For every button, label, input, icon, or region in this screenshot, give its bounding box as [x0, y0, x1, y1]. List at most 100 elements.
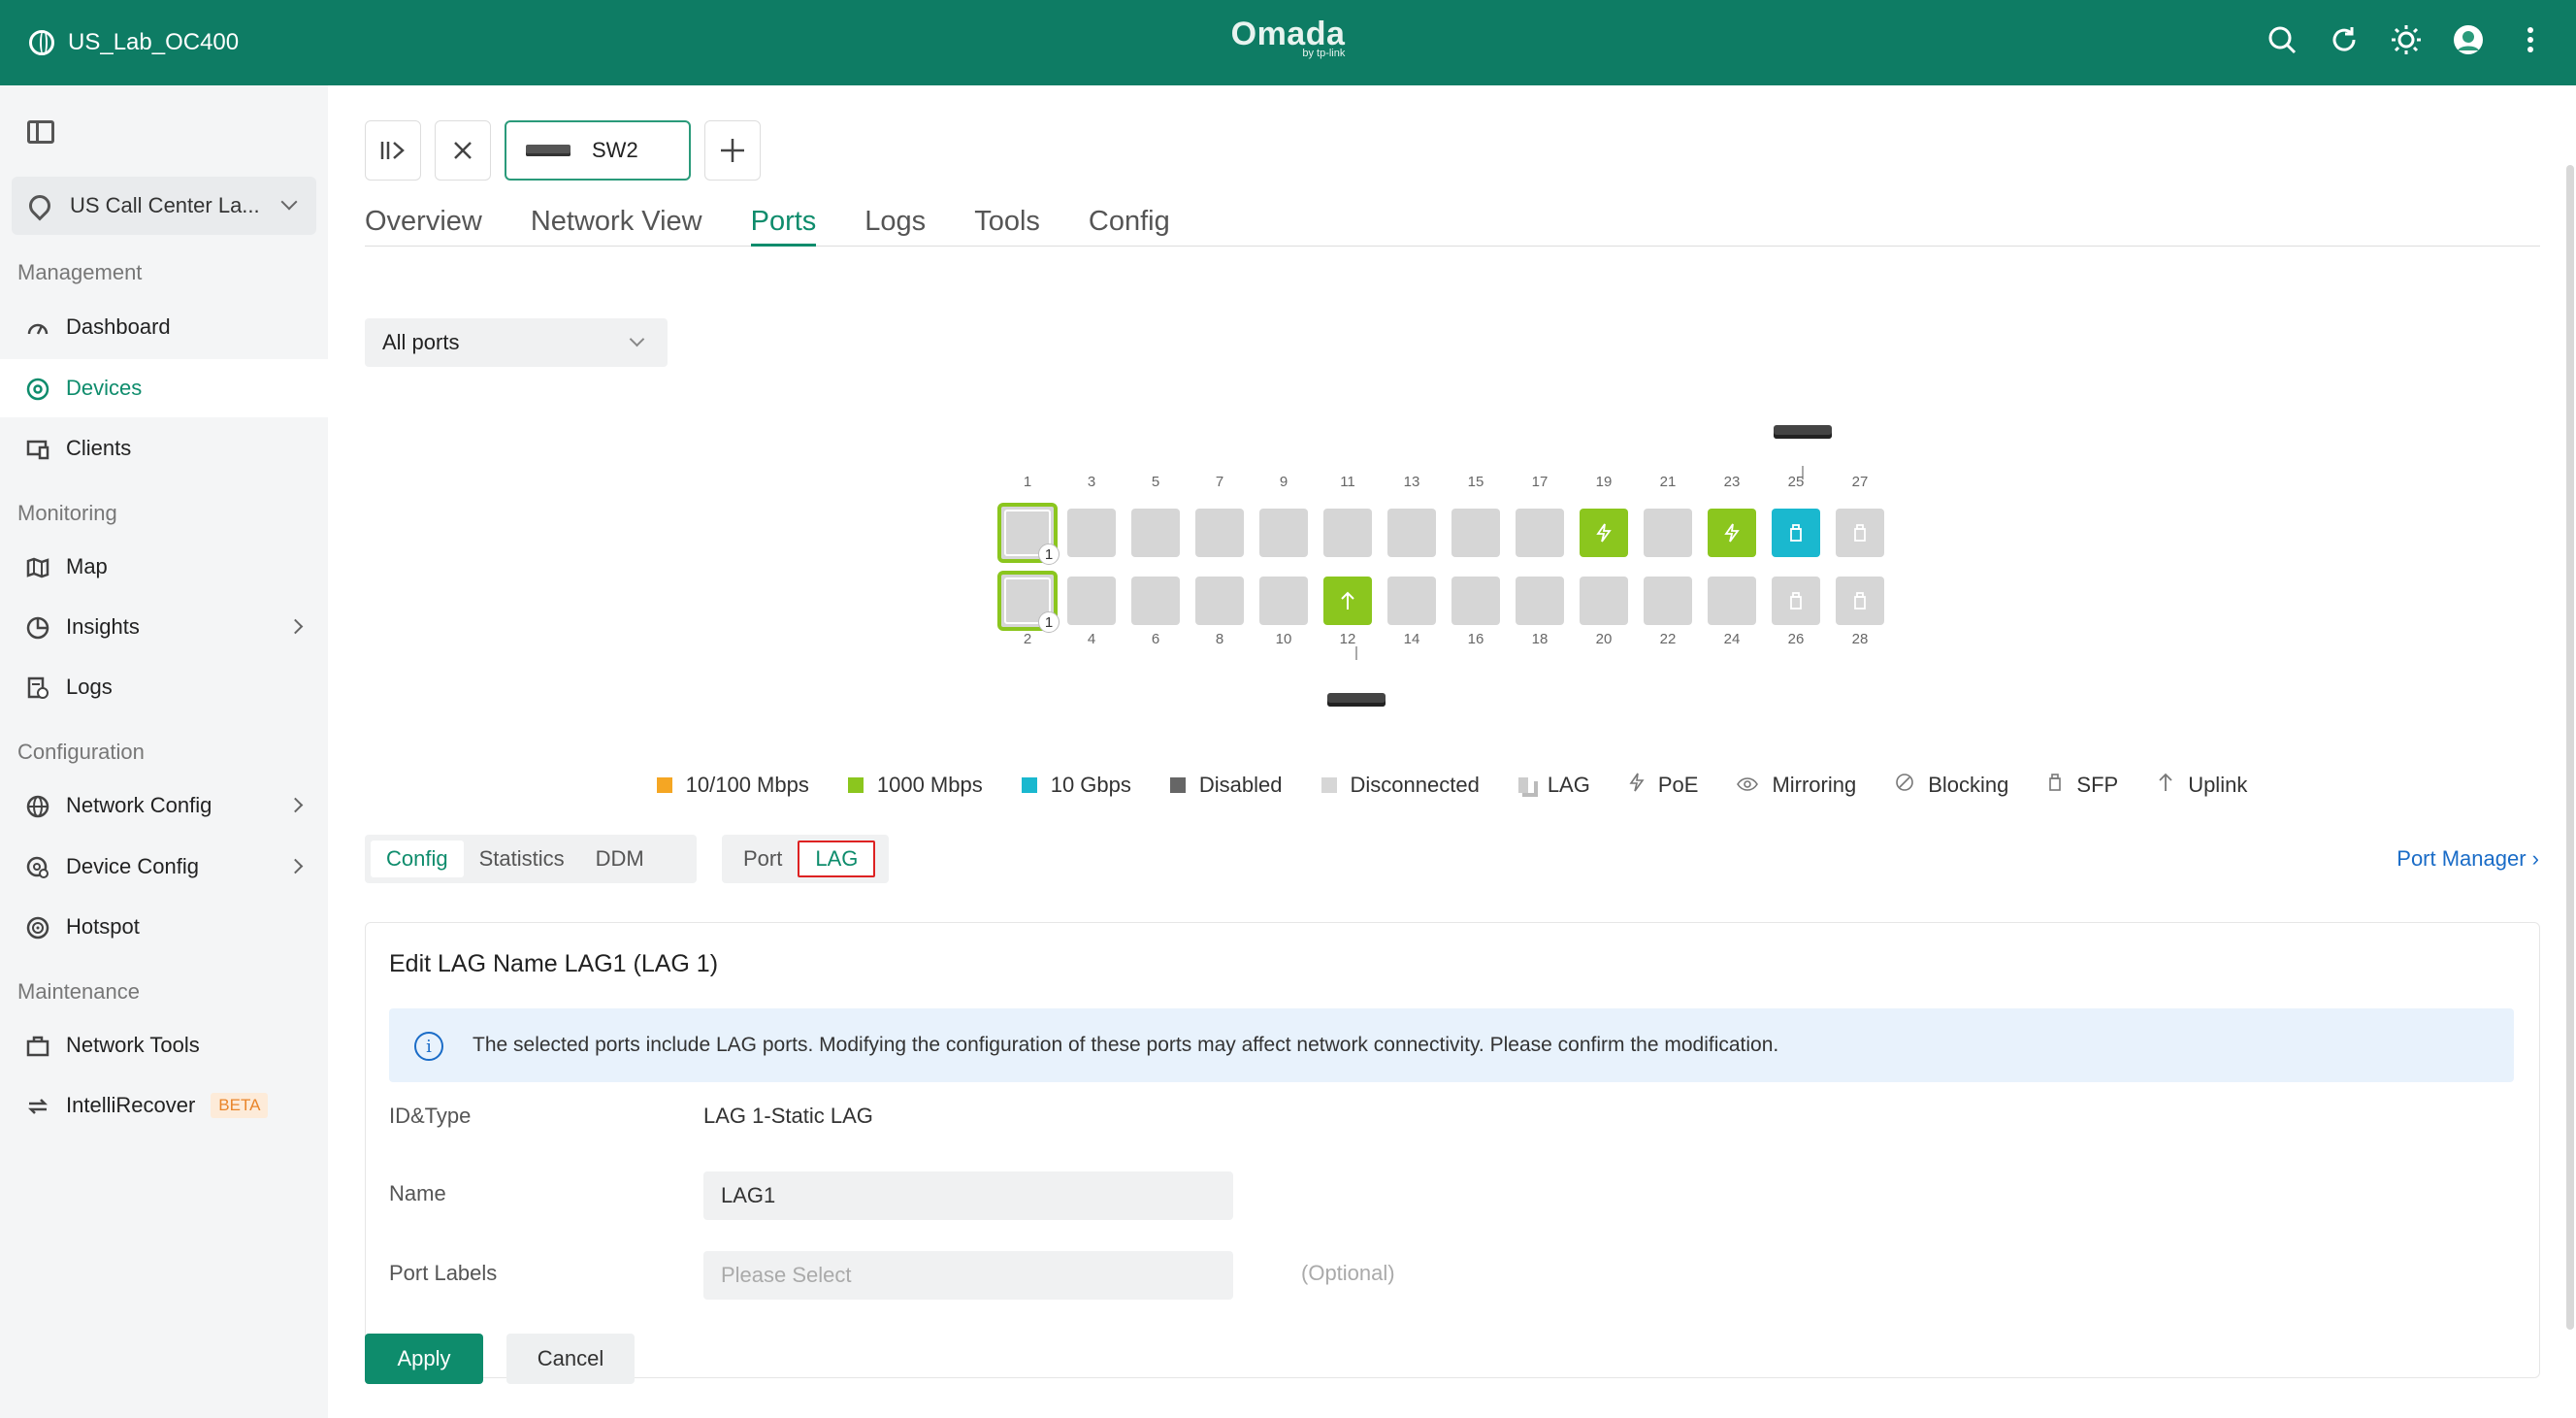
port-17[interactable]: [1516, 509, 1564, 557]
port-number-20: 20: [1595, 631, 1613, 647]
port-number-15: 15: [1467, 474, 1484, 490]
port-23[interactable]: [1708, 509, 1756, 557]
port-3[interactable]: [1067, 509, 1116, 557]
port-number-12: 12: [1339, 631, 1356, 647]
legend-label: Blocking: [1928, 773, 2009, 797]
port-14[interactable]: [1387, 577, 1436, 625]
port-12[interactable]: [1323, 577, 1372, 625]
sidebar-item-devices[interactable]: Devices: [0, 359, 328, 417]
port-19[interactable]: [1580, 509, 1628, 557]
sidebar-item-network-tools[interactable]: Network Tools: [0, 1016, 328, 1074]
port-15[interactable]: [1451, 509, 1500, 557]
tab-config[interactable]: Config: [371, 841, 464, 877]
tab-ddm[interactable]: DDM: [580, 841, 660, 877]
sidebar-toggle-icon[interactable]: [27, 120, 54, 144]
sidebar-item-label: Clients: [66, 436, 132, 460]
apply-button[interactable]: Apply: [365, 1334, 483, 1384]
sidebar-item-network-config[interactable]: Network Config: [0, 776, 328, 835]
location-pin-icon: [24, 190, 55, 221]
section-monitoring: Monitoring: [17, 501, 117, 525]
chevron-right-icon: [287, 797, 304, 813]
port-13[interactable]: [1387, 509, 1436, 557]
sidebar-item-device-config[interactable]: Device Config: [0, 838, 328, 896]
port-28[interactable]: [1836, 577, 1884, 625]
toolbox-icon: [25, 1034, 50, 1059]
port-manager-link[interactable]: Port Manager ›: [2397, 846, 2539, 872]
page-scrollbar[interactable]: [2566, 165, 2574, 1330]
sfp-icon: [1854, 592, 1866, 610]
uplink-arrow-icon: [2157, 773, 2174, 798]
section-maintenance: Maintenance: [17, 979, 140, 1004]
top-bar: US_Lab_OC400 Omada by tp-link: [0, 0, 2576, 85]
chevron-right-icon: [287, 858, 304, 874]
sidebar-item-logs[interactable]: Logs: [0, 658, 328, 716]
sidebar-item-label: Insights: [66, 614, 140, 639]
sidebar-item-insights[interactable]: Insights: [0, 598, 328, 656]
theme-sun-icon[interactable]: [2390, 23, 2423, 56]
site-select[interactable]: US Call Center La...: [12, 177, 316, 235]
poe-bolt-icon: [1724, 523, 1740, 543]
port-11[interactable]: [1323, 509, 1372, 557]
port-27[interactable]: [1836, 509, 1884, 557]
legend-label: SFP: [2076, 773, 2119, 797]
more-vertical-icon[interactable]: [2514, 23, 2547, 56]
port-number-18: 18: [1531, 631, 1549, 647]
lag-icon: [1517, 777, 1534, 793]
port-number-21: 21: [1659, 474, 1677, 490]
devices-icon: [25, 377, 50, 402]
edit-lag-card: Edit LAG Name LAG1 (LAG 1) i The selecte…: [365, 922, 2540, 1378]
lag-name-input[interactable]: LAG1: [703, 1171, 1233, 1220]
beta-badge: BETA: [211, 1093, 269, 1118]
port-legend: 10/100 Mbps 1000 Mbps 10 Gbps Disabled D…: [328, 773, 2576, 798]
port-10[interactable]: [1259, 577, 1308, 625]
uplink-arrow-icon: [1341, 591, 1354, 610]
site-switcher[interactable]: US_Lab_OC400: [29, 29, 239, 56]
user-avatar-icon[interactable]: [2452, 23, 2485, 56]
legend-item: PoE: [1629, 773, 1698, 798]
port-4[interactable]: [1067, 577, 1116, 625]
sidebar-item-label: IntelliRecover: [66, 1093, 196, 1117]
cancel-button[interactable]: Cancel: [506, 1334, 635, 1384]
sidebar-item-hotspot[interactable]: Hotspot: [0, 898, 328, 956]
port-21[interactable]: [1644, 509, 1692, 557]
port-number-2: 2: [1023, 631, 1032, 647]
site-select-value: US Call Center La...: [70, 193, 260, 217]
sidebar-item-dashboard[interactable]: Dashboard: [0, 298, 328, 356]
refresh-icon[interactable]: [2328, 23, 2361, 56]
port-8[interactable]: [1195, 577, 1244, 625]
port-9[interactable]: [1259, 509, 1308, 557]
port-number-14: 14: [1403, 631, 1420, 647]
site-name: US_Lab_OC400: [68, 29, 240, 55]
sync-arrows-icon: [25, 1094, 50, 1119]
sidebar-item-clients[interactable]: Clients: [0, 419, 328, 478]
sidebar-item-intellirecover[interactable]: IntelliRecover BETA: [0, 1076, 328, 1135]
port-22[interactable]: [1644, 577, 1692, 625]
tab-statistics[interactable]: Statistics: [464, 841, 580, 877]
port-labels-select[interactable]: Please Select: [703, 1251, 1233, 1300]
tab-port[interactable]: Port: [728, 841, 798, 877]
port-24[interactable]: [1708, 577, 1756, 625]
port-1[interactable]: 1: [997, 503, 1060, 565]
port-2[interactable]: 1: [997, 571, 1060, 633]
port-20[interactable]: [1580, 577, 1628, 625]
legend-label: Disconnected: [1350, 773, 1480, 797]
port-25[interactable]: [1772, 509, 1820, 557]
lag-badge: 1: [1038, 611, 1060, 633]
name-label: Name: [389, 1181, 446, 1205]
port-5[interactable]: [1131, 509, 1180, 557]
port-number-28: 28: [1851, 631, 1869, 647]
legend-label: Uplink: [2188, 773, 2248, 797]
port-6[interactable]: [1131, 577, 1180, 625]
tab-lag[interactable]: LAG: [798, 841, 876, 877]
legend-label: 10 Gbps: [1050, 773, 1131, 797]
port-16[interactable]: [1451, 577, 1500, 625]
port-number-6: 6: [1151, 631, 1160, 647]
sfp-icon: [1854, 524, 1866, 542]
sidebar-item-map[interactable]: Map: [0, 538, 328, 596]
poe-bolt-icon: [1629, 773, 1645, 798]
search-icon[interactable]: [2266, 23, 2299, 56]
port-7[interactable]: [1195, 509, 1244, 557]
mirroring-eye-icon: [1737, 773, 1759, 798]
port-18[interactable]: [1516, 577, 1564, 625]
port-26[interactable]: [1772, 577, 1820, 625]
